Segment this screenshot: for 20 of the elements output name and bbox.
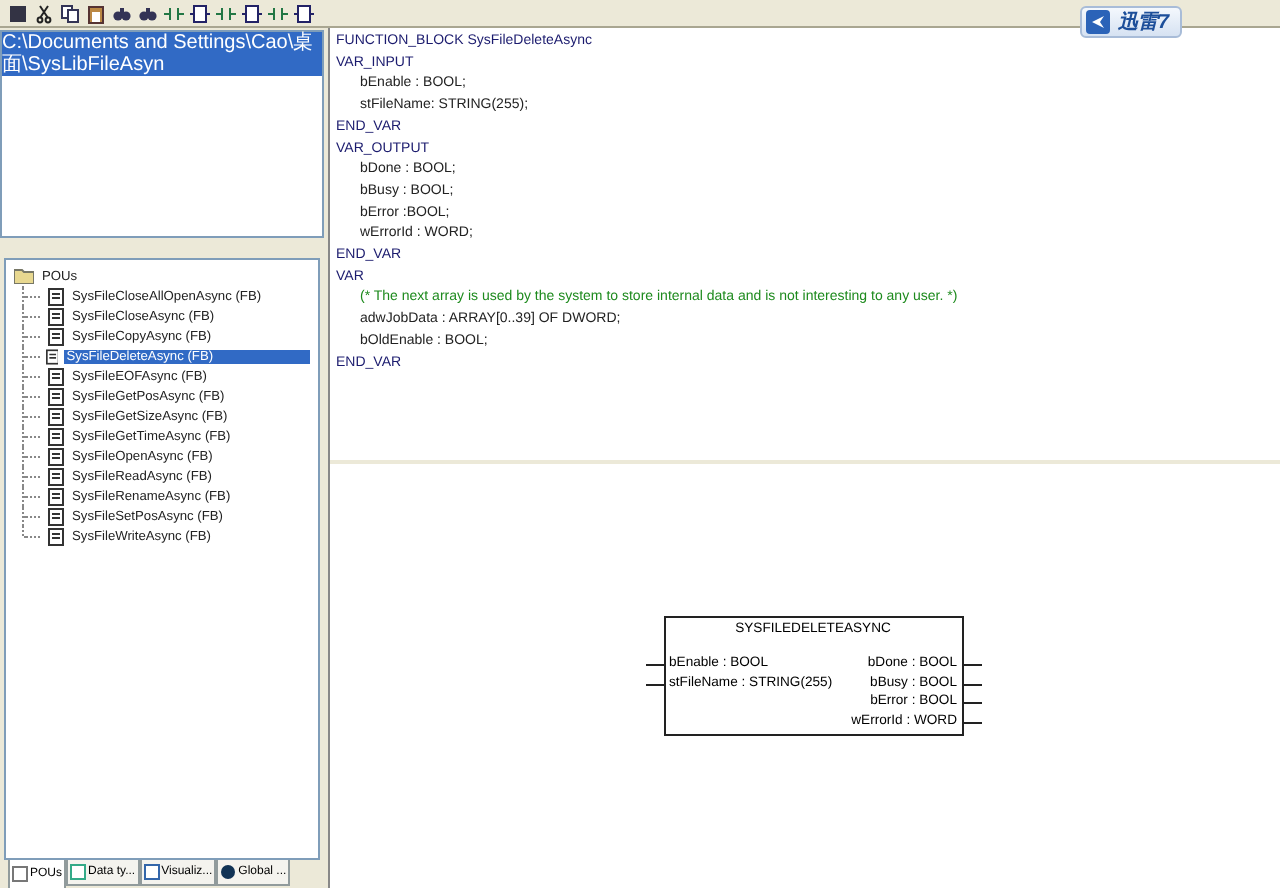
- window-icon[interactable]: [6, 2, 28, 24]
- binoculars-icon[interactable]: [136, 2, 158, 24]
- block-icon[interactable]: [240, 2, 262, 24]
- binoculars-icon[interactable]: [110, 2, 132, 24]
- contact-icon[interactable]: [162, 2, 184, 24]
- window-icon: [70, 864, 87, 880]
- document-icon: [12, 866, 28, 882]
- globe-icon: [220, 864, 237, 880]
- clipboard-icon[interactable]: [84, 2, 106, 24]
- app-badge[interactable]: 迅雷7: [1080, 6, 1182, 38]
- contact-icon[interactable]: [266, 2, 288, 24]
- block-icon[interactable]: [188, 2, 210, 24]
- copy-icon[interactable]: [58, 2, 80, 24]
- block-icon[interactable]: [292, 2, 314, 24]
- bird-icon: [1086, 10, 1110, 34]
- scissors-icon[interactable]: [32, 2, 54, 24]
- file-path: C:\Documents and Settings\Cao\桌面\SysLibFileAsyn: [2, 32, 322, 76]
- contact-icon[interactable]: [214, 2, 236, 24]
- window-icon: [143, 864, 160, 880]
- folder-icon: [14, 268, 34, 284]
